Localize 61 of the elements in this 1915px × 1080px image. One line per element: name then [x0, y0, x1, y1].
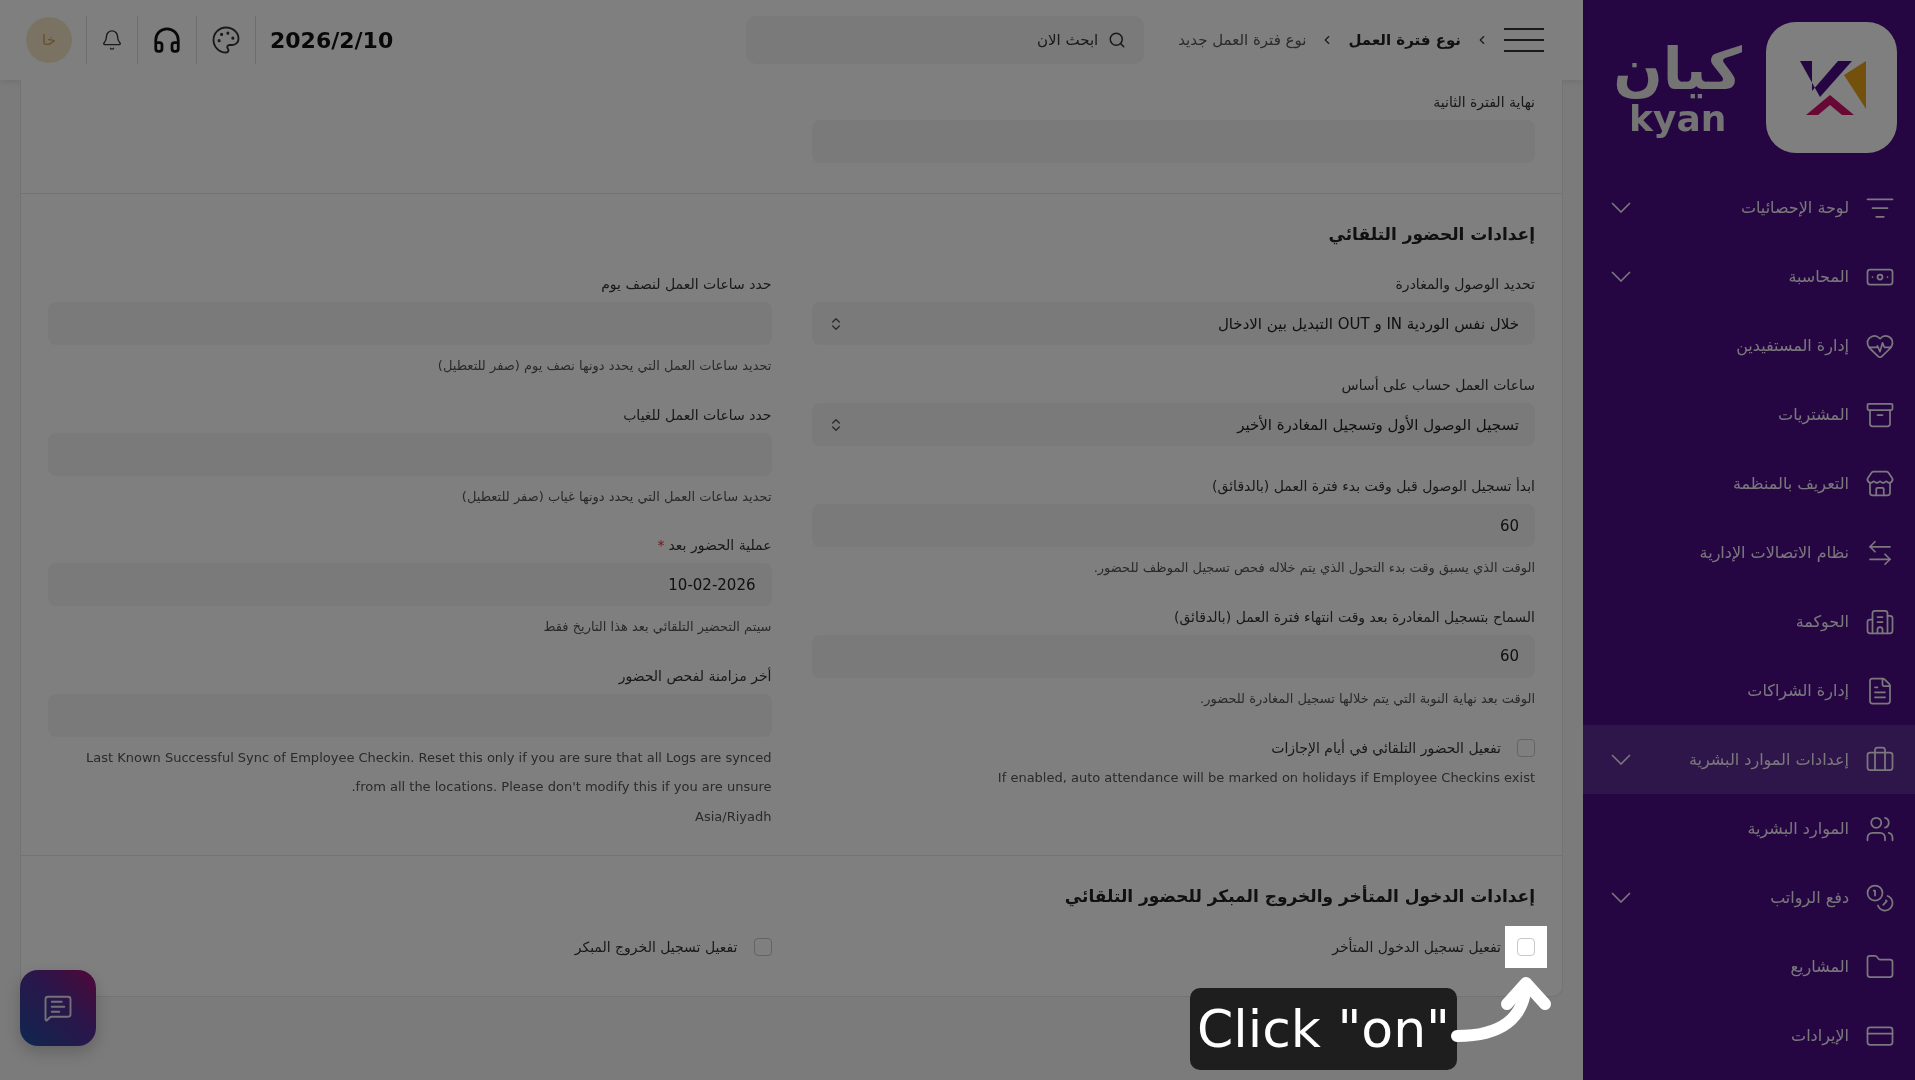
sidebar-item[interactable]: التعريف بالمنظمة — [1583, 449, 1915, 518]
tutorial-callout: Click "on" — [1190, 988, 1457, 1071]
logo-text: kyan — [1629, 101, 1727, 138]
sidebar-item[interactable]: المشاريع — [1583, 932, 1915, 1001]
chat-icon — [43, 993, 73, 1023]
breadcrumb-link[interactable]: نوع فترة العمل — [1348, 31, 1461, 49]
field-label: تحديد الوصول والمغادرة — [1395, 276, 1535, 292]
checkbox-label: تفعيل الحضور التلقائي في أيام الإجازات — [1271, 740, 1501, 757]
checkbox[interactable] — [1517, 739, 1535, 758]
sidebar-item[interactable]: إدارة المستفيدين — [1583, 311, 1915, 380]
headset-icon[interactable] — [152, 25, 182, 55]
input-field[interactable]: 60 — [811, 634, 1535, 678]
help-text: Asia/Riyadh — [694, 807, 772, 826]
help-text: تحديد ساعات العمل التي يحدد دونها نصف يوم (صفر للتعطيل) — [436, 357, 772, 375]
select-field[interactable]: تسجيل الوصول الأول وتسجيل المغادرة الأخير — [811, 403, 1535, 446]
date-text: 2026/2/10 — [270, 27, 394, 53]
field-label: أخر مزامنة لفحص الحضور — [618, 667, 772, 684]
checkbox-label: تفعيل تسجيل الدخول المتأخر — [1332, 939, 1501, 956]
required-mark: * — [657, 537, 665, 554]
store-icon — [1865, 468, 1895, 499]
sidebar-item[interactable]: المشتريات — [1583, 380, 1915, 449]
sidebar-item[interactable]: الموارد البشرية — [1583, 794, 1915, 863]
sidebar-item[interactable]: دفع الرواتب — [1583, 863, 1915, 932]
help-text: Last Known Successful Sync of Employee Checkin. Reset this only if you are sure that all Logs are synced — [85, 748, 772, 767]
input-field[interactable]: 10-02-2026 — [48, 563, 772, 607]
help-text: If enabled, auto attendance will be marked on holidays if Employee Checkins exist — [996, 769, 1535, 787]
search-icon — [1108, 31, 1127, 49]
menu-icon[interactable] — [1503, 27, 1545, 53]
input-field[interactable]: 60 — [811, 504, 1535, 547]
help-text: from all the locations. Please don't modify this if you are unsure. — [350, 778, 772, 796]
sidebar-item[interactable]: لوحة الإحصائيات — [1583, 173, 1915, 242]
bell-icon[interactable] — [101, 29, 123, 51]
search-field[interactable]: ابحث الان — [746, 16, 1145, 64]
help-text: الوقت الذي يسبق وقت بدء التحول الذي يتم خلاله فحص تسجيل الموظف للحضور. — [1092, 559, 1535, 577]
coins-icon — [1865, 882, 1895, 913]
sidebar-item[interactable]: المحاسبة — [1583, 242, 1915, 311]
field-label: السماح بتسجيل المغادرة بعد وقت انتهاء فترة العمل (بالدقائق) — [1173, 608, 1535, 625]
sidebar-item[interactable]: الإيرادات — [1583, 1001, 1915, 1070]
select-field[interactable]: خلال نفس الوردية IN و OUT التبديل بين الادخال — [811, 302, 1535, 345]
field-label: ابدأ تسجيل الوصول قبل وقت بدء فترة العمل (بالدقائق) — [1212, 478, 1535, 494]
sidebar-item[interactable]: نظام الاتصالات الإدارية — [1583, 518, 1915, 587]
breadcrumb-link[interactable]: نوع فترة العمل جديد — [1178, 31, 1307, 49]
field-label: نهاية الفترة الثانية — [1433, 94, 1535, 110]
field-label: ساعات العمل حساب على أساس — [1341, 377, 1535, 393]
field-label: حدد ساعات العمل للغياب — [623, 406, 772, 423]
checkbox[interactable] — [1517, 938, 1535, 957]
logo-text: كيان — [1613, 37, 1742, 102]
checkbox[interactable] — [753, 938, 772, 957]
section-title: إعدادات الدخول المتأخر والخروج المبكر للحضور التلقائي — [1063, 886, 1535, 907]
sidebar-item[interactable]: إدارة الشراكات — [1583, 656, 1915, 725]
palette-icon[interactable] — [211, 25, 241, 55]
sidebar-item[interactable]: الحوكمة — [1583, 587, 1915, 656]
help-text: سيتم التحضير التلقائي بعد هذا التاريخ فقط — [542, 618, 772, 636]
checkbox-label: تفعيل تسجيل الخروج المبكر — [574, 939, 738, 956]
help-text: تحديد ساعات العمل التي يحدد دونها غياب (صفر للتعطيل) — [460, 487, 772, 506]
field-label: عملية الحضور بعد — [668, 537, 772, 554]
sidebar-item[interactable]: إعدادات الموارد البشرية — [1583, 725, 1915, 794]
field-label: حدد ساعات العمل لنصف يوم — [601, 276, 772, 292]
chat-button[interactable] — [20, 970, 96, 1046]
help-text: الوقت بعد نهاية النوبة التي يتم خلالها تسجيل المغادرة للحضور. — [1199, 689, 1535, 708]
section-title: إعدادات الحضور التلقائي — [1327, 224, 1535, 244]
